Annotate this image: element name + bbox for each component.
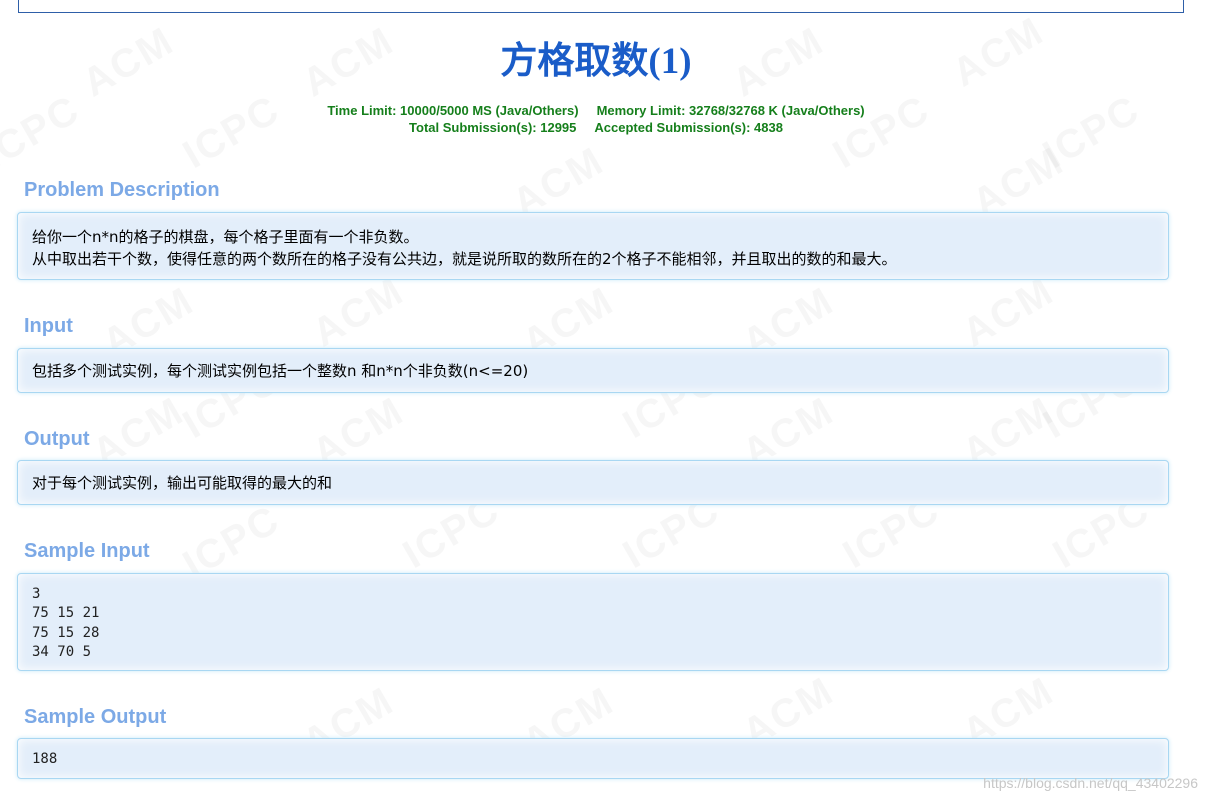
output-panel: 对于每个测试实例，输出可能取得的最大的和 xyxy=(17,460,1169,505)
problem-title-text: 方格取数 xyxy=(500,39,649,82)
problem-limits: Time Limit: 10000/5000 MS (Java/Others) M… xyxy=(0,102,1192,136)
description-line-2: 从中取出若干个数，使得任意的两个数所在的格子没有公共边，就是说所取的数所在的2个… xyxy=(32,250,897,268)
description-panel: 给你一个n*n的格子的棋盘，每个格子里面有一个非负数。 从中取出若干个数，使得任… xyxy=(17,212,1169,280)
sample-output-heading: Sample Output xyxy=(24,706,167,728)
output-heading: Output xyxy=(24,428,90,450)
memory-limit: Memory Limit: 32768/32768 K (Java/Others… xyxy=(596,103,865,118)
credit-watermark: https://blog.csdn.net/qq_43402296 xyxy=(983,775,1198,791)
top-frame-border xyxy=(18,0,1184,13)
input-description: 包括多个测试实例，每个测试实例包括一个整数n 和n*n个非负数(n<=20) xyxy=(32,362,529,380)
description-line-1: 给你一个n*n的格子的棋盘，每个格子里面有一个非负数。 xyxy=(32,228,419,246)
sample-input-code: 3 75 15 21 75 15 28 34 70 5 xyxy=(32,586,100,660)
sample-output-panel: 188 xyxy=(17,738,1169,779)
input-heading: Input xyxy=(24,315,73,337)
output-description: 对于每个测试实例，输出可能取得的最大的和 xyxy=(32,474,333,492)
time-limit: Time Limit: 10000/5000 MS (Java/Others) xyxy=(327,103,579,118)
problem-title: 方格取数(1) xyxy=(0,30,1192,84)
problem-title-number: (1) xyxy=(648,41,692,82)
sample-input-panel: 3 75 15 21 75 15 28 34 70 5 xyxy=(17,573,1169,671)
sample-input-heading: Sample Input xyxy=(24,540,150,562)
input-panel: 包括多个测试实例，每个测试实例包括一个整数n 和n*n个非负数(n<=20) xyxy=(17,348,1169,393)
accepted-submissions: Accepted Submission(s): 4838 xyxy=(594,120,783,135)
description-heading: Problem Description xyxy=(24,179,220,201)
total-submissions: Total Submission(s): 12995 xyxy=(409,120,577,135)
